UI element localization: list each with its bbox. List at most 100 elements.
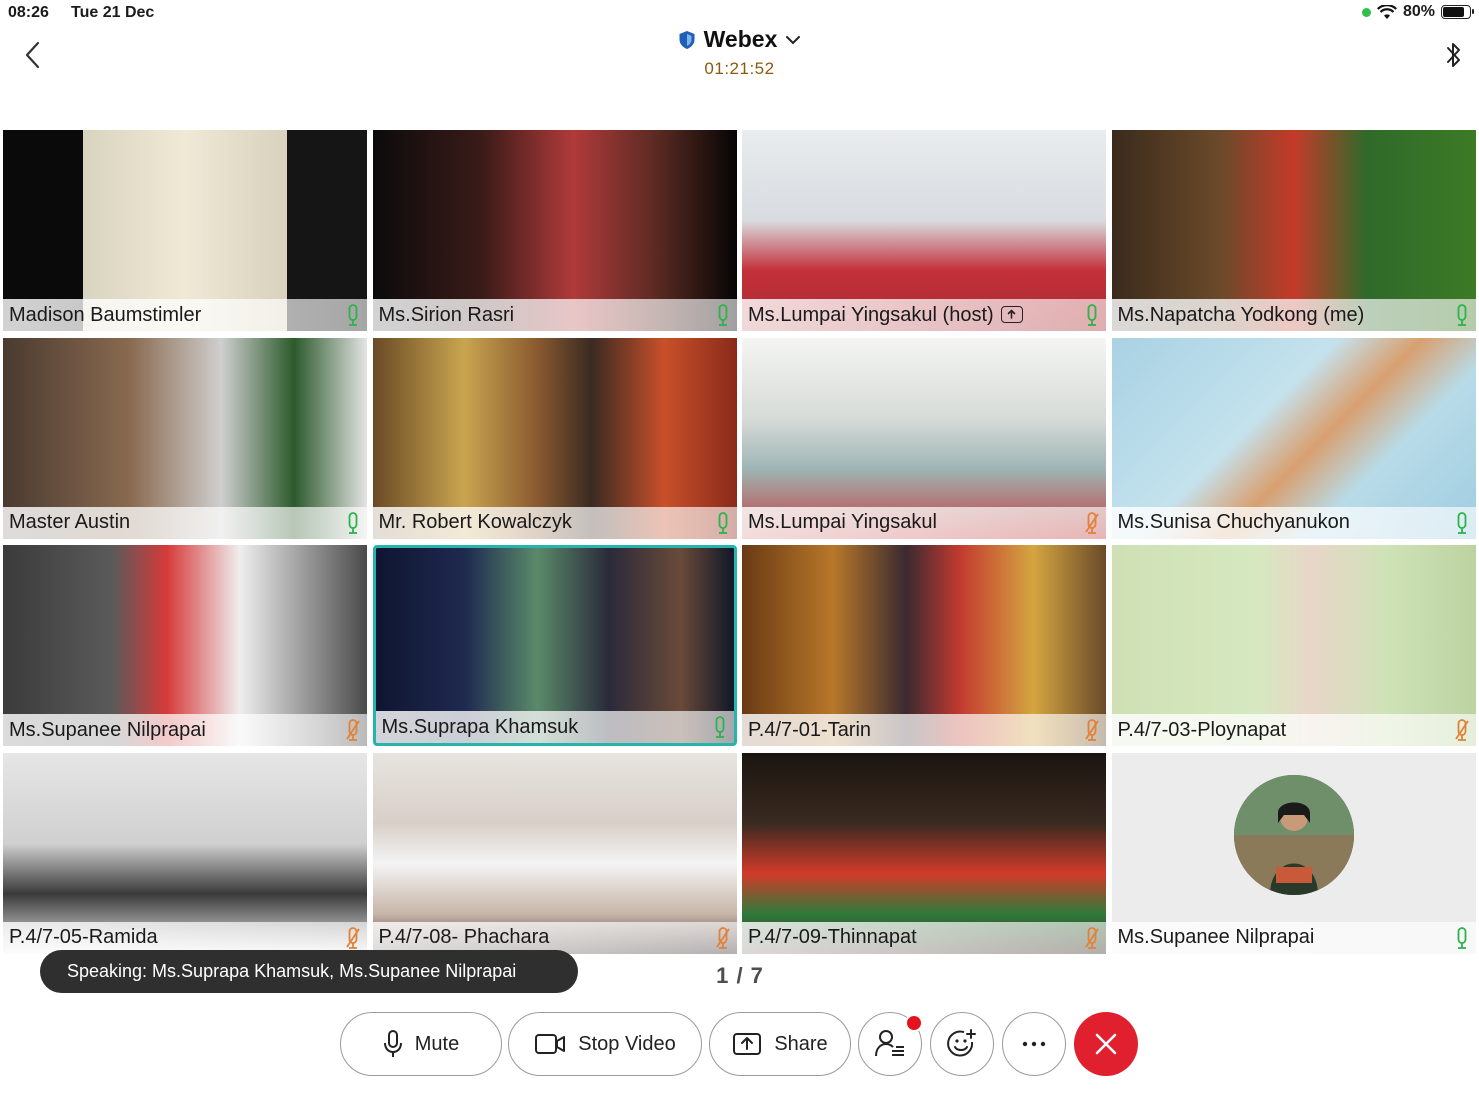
participant-name-bar: P.4/7-08- Phachara xyxy=(372,921,737,954)
participant-name-text: Ms.Lumpai Yingsakul (host) xyxy=(748,303,994,326)
chevron-down-icon xyxy=(786,35,801,44)
participant-name: Ms.Napatcha Yodkong (me) xyxy=(1118,304,1454,327)
participant-tile[interactable]: Mr. Robert Kowalczyk xyxy=(372,337,737,539)
participant-tile[interactable]: Ms.Sirion Rasri xyxy=(372,130,737,331)
participant-name: Madison Baumstimler xyxy=(9,304,345,327)
status-date: Tue 21 Dec xyxy=(71,4,155,21)
camera-in-use-dot-icon xyxy=(1361,7,1371,17)
participant-tile[interactable]: Ms.Napatcha Yodkong (me) xyxy=(1111,130,1476,331)
participant-name-bar: Ms.Supanee Nilprapai xyxy=(1111,921,1476,954)
shield-icon xyxy=(679,30,695,49)
participant-name-bar: Ms.Supanee Nilprapai xyxy=(3,714,367,746)
participant-name: Ms.Lumpai Yingsakul (host) xyxy=(748,304,1084,327)
microphone-icon xyxy=(1087,304,1097,326)
video-grid: Madison Baumstimler Ms.Sirion Rasri Ms.Lum… xyxy=(3,130,1477,954)
participant-tile[interactable]: Madison Baumstimler xyxy=(3,130,367,331)
participant-name-bar: P.4/7-05-Ramida xyxy=(3,921,367,954)
microphone-muted-icon xyxy=(346,926,360,949)
microphone-muted-icon xyxy=(1085,719,1099,741)
participants-button[interactable] xyxy=(858,1012,923,1076)
microphone-icon xyxy=(715,716,724,738)
participant-name-text: Ms.Supanee Nilprapai xyxy=(1117,926,1315,948)
participant-name: P.4/7-05-Ramida xyxy=(9,926,345,949)
participant-name: P.4/7-08- Phachara xyxy=(379,926,715,949)
participant-tile[interactable]: Ms.Suprapa Khamsuk xyxy=(372,545,737,746)
participant-tile[interactable]: Ms.Lumpai Yingsakul (host) xyxy=(742,130,1106,331)
notification-badge xyxy=(905,1014,923,1032)
close-icon xyxy=(1095,1033,1117,1055)
stop-video-button[interactable]: Stop Video xyxy=(508,1012,702,1076)
battery-percent: 80% xyxy=(1402,3,1435,20)
participant-name: P.4/7-01-Tarin xyxy=(748,719,1084,742)
participant-tile[interactable]: Ms.Lumpai Yingsakul xyxy=(742,337,1106,539)
participant-tile[interactable]: P.4/7-09-Thinnapat xyxy=(742,752,1106,954)
meeting-title-dropdown[interactable]: Webex xyxy=(678,26,802,53)
participant-name-text: P.4/7-09-Thinnapat xyxy=(748,926,917,948)
participant-name: Ms.Lumpai Yingsakul xyxy=(748,511,1084,534)
participant-tile[interactable]: P.4/7-08- Phachara xyxy=(372,752,737,954)
microphone-icon xyxy=(718,304,727,326)
mute-button[interactable]: Mute xyxy=(340,1012,502,1076)
share-label: Share xyxy=(774,1032,828,1055)
participant-name-text: Master Austin xyxy=(9,511,131,533)
microphone-muted-icon xyxy=(346,719,360,741)
participant-name: Ms.Sunisa Chuchyanukon xyxy=(1118,511,1454,534)
end-call-button[interactable] xyxy=(1074,1012,1138,1076)
wifi-icon xyxy=(1376,4,1397,19)
participant-name-bar: P.4/7-03-Ploynapat xyxy=(1111,714,1476,746)
participant-tile[interactable]: Ms.Supanee Nilprapai xyxy=(1111,752,1476,954)
participant-name-text: Ms.Sirion Rasri xyxy=(378,303,515,326)
participant-name-text: Ms.Supanee Nilprapai xyxy=(9,718,206,741)
participant-name: Ms.Sirion Rasri xyxy=(379,304,715,327)
share-button[interactable]: Share xyxy=(709,1012,851,1076)
meeting-timer: 01:21:52 xyxy=(704,58,775,78)
participant-name-text: Ms.Sunisa Chuchyanukon xyxy=(1117,511,1350,533)
status-time: 08:26 xyxy=(8,4,49,21)
speaking-indicator: Speaking: Ms.Suprapa Khamsuk, Ms.Supanee… xyxy=(40,950,578,993)
more-dots-icon xyxy=(1022,1041,1046,1047)
page-indicator: 1 / 7 xyxy=(716,963,764,988)
video-camera-icon xyxy=(535,1034,566,1054)
microphone-icon xyxy=(1457,304,1466,326)
participant-tile[interactable]: Ms.Supanee Nilprapai xyxy=(3,545,367,746)
microphone-muted-icon xyxy=(1085,926,1099,949)
participant-name: P.4/7-03-Ploynapat xyxy=(1118,719,1454,742)
participant-name-text: P.4/7-03-Ploynapat xyxy=(1117,718,1287,741)
battery-icon xyxy=(1441,5,1474,19)
participant-name-bar: Ms.Sirion Rasri xyxy=(372,299,737,331)
participant-tile[interactable]: P.4/7-03-Ploynapat xyxy=(1111,545,1476,746)
participant-name-bar: Ms.Lumpai Yingsakul (host) xyxy=(742,299,1106,331)
microphone-muted-icon xyxy=(1085,511,1099,534)
microphone-icon xyxy=(348,304,358,326)
participant-name-bar: Madison Baumstimler xyxy=(3,299,367,331)
microphone-muted-icon xyxy=(715,926,730,949)
participant-name: Ms.Supanee Nilprapai xyxy=(9,719,345,742)
microphone-icon xyxy=(718,511,727,534)
participant-name-text: Madison Baumstimler xyxy=(9,303,202,326)
participant-tile[interactable]: Ms.Sunisa Chuchyanukon xyxy=(1111,337,1476,539)
participant-tile[interactable]: P.4/7-05-Ramida xyxy=(3,752,367,954)
stop-video-label: Stop Video xyxy=(578,1032,676,1055)
mute-label: Mute xyxy=(414,1032,460,1055)
microphone-icon xyxy=(348,511,358,534)
bluetooth-icon[interactable] xyxy=(1443,40,1465,70)
microphone-muted-icon xyxy=(1454,719,1469,741)
share-icon xyxy=(733,1033,762,1055)
participants-icon xyxy=(875,1030,904,1057)
more-options-button[interactable] xyxy=(1002,1012,1066,1076)
participant-name-text: Ms.Napatcha Yodkong (me) xyxy=(1117,303,1365,326)
microphone-icon xyxy=(1457,511,1466,534)
participant-tile[interactable]: Master Austin xyxy=(3,337,367,539)
participant-name: Mr. Robert Kowalczyk xyxy=(379,511,715,534)
participant-name-bar: Master Austin xyxy=(3,506,367,539)
status-bar: 08:26 Tue 21 Dec 80% xyxy=(0,0,1479,26)
microphone-icon xyxy=(383,1030,402,1057)
reactions-button[interactable] xyxy=(930,1012,994,1076)
participant-name-bar: Ms.Lumpai Yingsakul xyxy=(742,506,1106,539)
participant-name-bar: Ms.Sunisa Chuchyanukon xyxy=(1111,506,1476,539)
microphone-icon xyxy=(1457,926,1466,949)
participant-name-bar: Mr. Robert Kowalczyk xyxy=(372,506,737,539)
participant-name: Ms.Supanee Nilprapai xyxy=(1118,926,1454,949)
participant-name-bar: Ms.Napatcha Yodkong (me) xyxy=(1111,299,1476,331)
participant-tile[interactable]: P.4/7-01-Tarin xyxy=(742,545,1106,746)
